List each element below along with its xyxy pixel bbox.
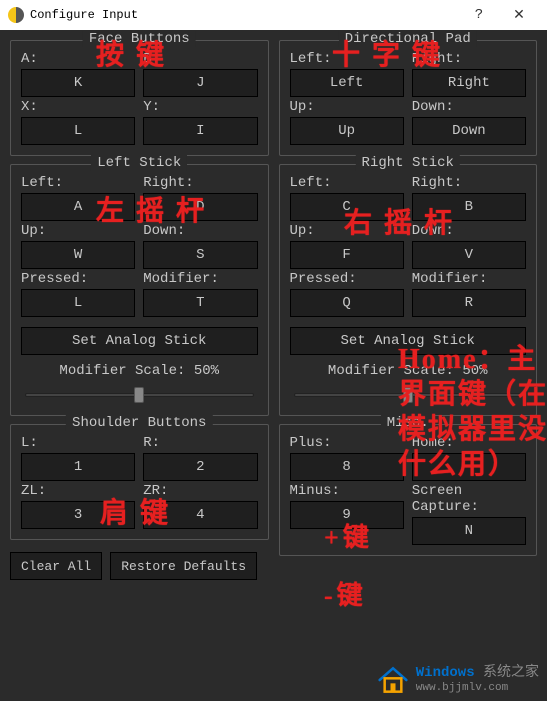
bind-minus-button[interactable]: 9 bbox=[290, 501, 404, 529]
group-title: Shoulder Buttons bbox=[66, 415, 212, 431]
help-button[interactable]: ? bbox=[459, 0, 499, 30]
label-rs-up: Up: bbox=[290, 223, 404, 239]
label-screen-capture: Screen Capture: bbox=[412, 483, 526, 515]
bind-rs-modifier-button[interactable]: R bbox=[412, 289, 526, 317]
label-dpad-right: Right: bbox=[412, 51, 526, 67]
bind-x-button[interactable]: L bbox=[21, 117, 135, 145]
bind-plus-button[interactable]: 8 bbox=[290, 453, 404, 481]
window-title: Configure Input bbox=[30, 8, 459, 22]
face-buttons-group: Face Buttons A:K B:J X:L Y:I bbox=[10, 40, 269, 156]
ls-modifier-scale-slider[interactable] bbox=[25, 387, 254, 403]
bind-rs-pressed-button[interactable]: Q bbox=[290, 289, 404, 317]
clear-all-button[interactable]: Clear All bbox=[10, 552, 102, 580]
bind-ls-right-button[interactable]: D bbox=[143, 193, 257, 221]
slider-thumb-icon[interactable] bbox=[403, 387, 413, 403]
group-title: Directional Pad bbox=[339, 31, 477, 47]
shoulder-buttons-group: Shoulder Buttons L:1 R:2 ZL:3 ZR:4 bbox=[10, 424, 269, 540]
bind-y-button[interactable]: I bbox=[143, 117, 257, 145]
group-title: Right Stick bbox=[356, 155, 460, 171]
label-zl: ZL: bbox=[21, 483, 135, 499]
restore-defaults-button[interactable]: Restore Defaults bbox=[110, 552, 257, 580]
label-rs-pressed: Pressed: bbox=[290, 271, 404, 287]
bind-r-button[interactable]: 2 bbox=[143, 453, 257, 481]
bind-dpad-down-button[interactable]: Down bbox=[412, 117, 526, 145]
bind-zr-button[interactable]: 4 bbox=[143, 501, 257, 529]
bind-ls-down-button[interactable]: S bbox=[143, 241, 257, 269]
ls-modifier-scale-label: Modifier Scale: 50% bbox=[21, 363, 258, 379]
bind-home-button[interactable] bbox=[412, 453, 526, 481]
label-home: Home: bbox=[412, 435, 526, 451]
bind-l-button[interactable]: 1 bbox=[21, 453, 135, 481]
label-plus: Plus: bbox=[290, 435, 404, 451]
label-ls-right: Right: bbox=[143, 175, 257, 191]
label-y: Y: bbox=[143, 99, 257, 115]
bind-dpad-right-button[interactable]: Right bbox=[412, 69, 526, 97]
bind-a-button[interactable]: K bbox=[21, 69, 135, 97]
bind-screen-capture-button[interactable]: N bbox=[412, 517, 526, 545]
bind-rs-down-button[interactable]: V bbox=[412, 241, 526, 269]
slider-thumb-icon[interactable] bbox=[134, 387, 144, 403]
group-title: Misc. bbox=[381, 415, 435, 431]
label-ls-modifier: Modifier: bbox=[143, 271, 257, 287]
titlebar: Configure Input ? ✕ bbox=[0, 0, 547, 30]
bind-dpad-up-button[interactable]: Up bbox=[290, 117, 404, 145]
bind-dpad-left-button[interactable]: Left bbox=[290, 69, 404, 97]
group-title: Left Stick bbox=[91, 155, 187, 171]
label-dpad-down: Down: bbox=[412, 99, 526, 115]
bind-rs-up-button[interactable]: F bbox=[290, 241, 404, 269]
bind-ls-up-button[interactable]: W bbox=[21, 241, 135, 269]
app-logo-icon bbox=[8, 7, 24, 23]
label-zr: ZR: bbox=[143, 483, 257, 499]
label-dpad-left: Left: bbox=[290, 51, 404, 67]
label-dpad-up: Up: bbox=[290, 99, 404, 115]
label-rs-down: Down: bbox=[412, 223, 526, 239]
label-b: B: bbox=[143, 51, 257, 67]
bind-rs-left-button[interactable]: C bbox=[290, 193, 404, 221]
label-x: X: bbox=[21, 99, 135, 115]
bind-ls-left-button[interactable]: A bbox=[21, 193, 135, 221]
set-analog-right-button[interactable]: Set Analog Stick bbox=[290, 327, 527, 355]
label-ls-up: Up: bbox=[21, 223, 135, 239]
misc-group: Misc. Plus:8 Home: Minus:9 Screen Captur… bbox=[279, 424, 538, 556]
label-rs-left: Left: bbox=[290, 175, 404, 191]
left-stick-group: Left Stick Left:A Right:D Up:W Down:S Pr… bbox=[10, 164, 269, 416]
close-button[interactable]: ✕ bbox=[499, 0, 539, 30]
right-stick-group: Right Stick Left:C Right:B Up:F Down:V P… bbox=[279, 164, 538, 416]
label-rs-modifier: Modifier: bbox=[412, 271, 526, 287]
bind-b-button[interactable]: J bbox=[143, 69, 257, 97]
label-a: A: bbox=[21, 51, 135, 67]
bind-ls-modifier-button[interactable]: T bbox=[143, 289, 257, 317]
set-analog-left-button[interactable]: Set Analog Stick bbox=[21, 327, 258, 355]
dpad-group: Directional Pad Left:Left Right:Right Up… bbox=[279, 40, 538, 156]
bind-zl-button[interactable]: 3 bbox=[21, 501, 135, 529]
label-r: R: bbox=[143, 435, 257, 451]
label-l: L: bbox=[21, 435, 135, 451]
rs-modifier-scale-label: Modifier Scale: 50% bbox=[290, 363, 527, 379]
group-title: Face Buttons bbox=[83, 31, 196, 47]
label-minus: Minus: bbox=[290, 483, 404, 499]
label-ls-left: Left: bbox=[21, 175, 135, 191]
bind-rs-right-button[interactable]: B bbox=[412, 193, 526, 221]
label-ls-down: Down: bbox=[143, 223, 257, 239]
bind-ls-pressed-button[interactable]: L bbox=[21, 289, 135, 317]
label-ls-pressed: Pressed: bbox=[21, 271, 135, 287]
rs-modifier-scale-slider[interactable] bbox=[294, 387, 523, 403]
label-rs-right: Right: bbox=[412, 175, 526, 191]
